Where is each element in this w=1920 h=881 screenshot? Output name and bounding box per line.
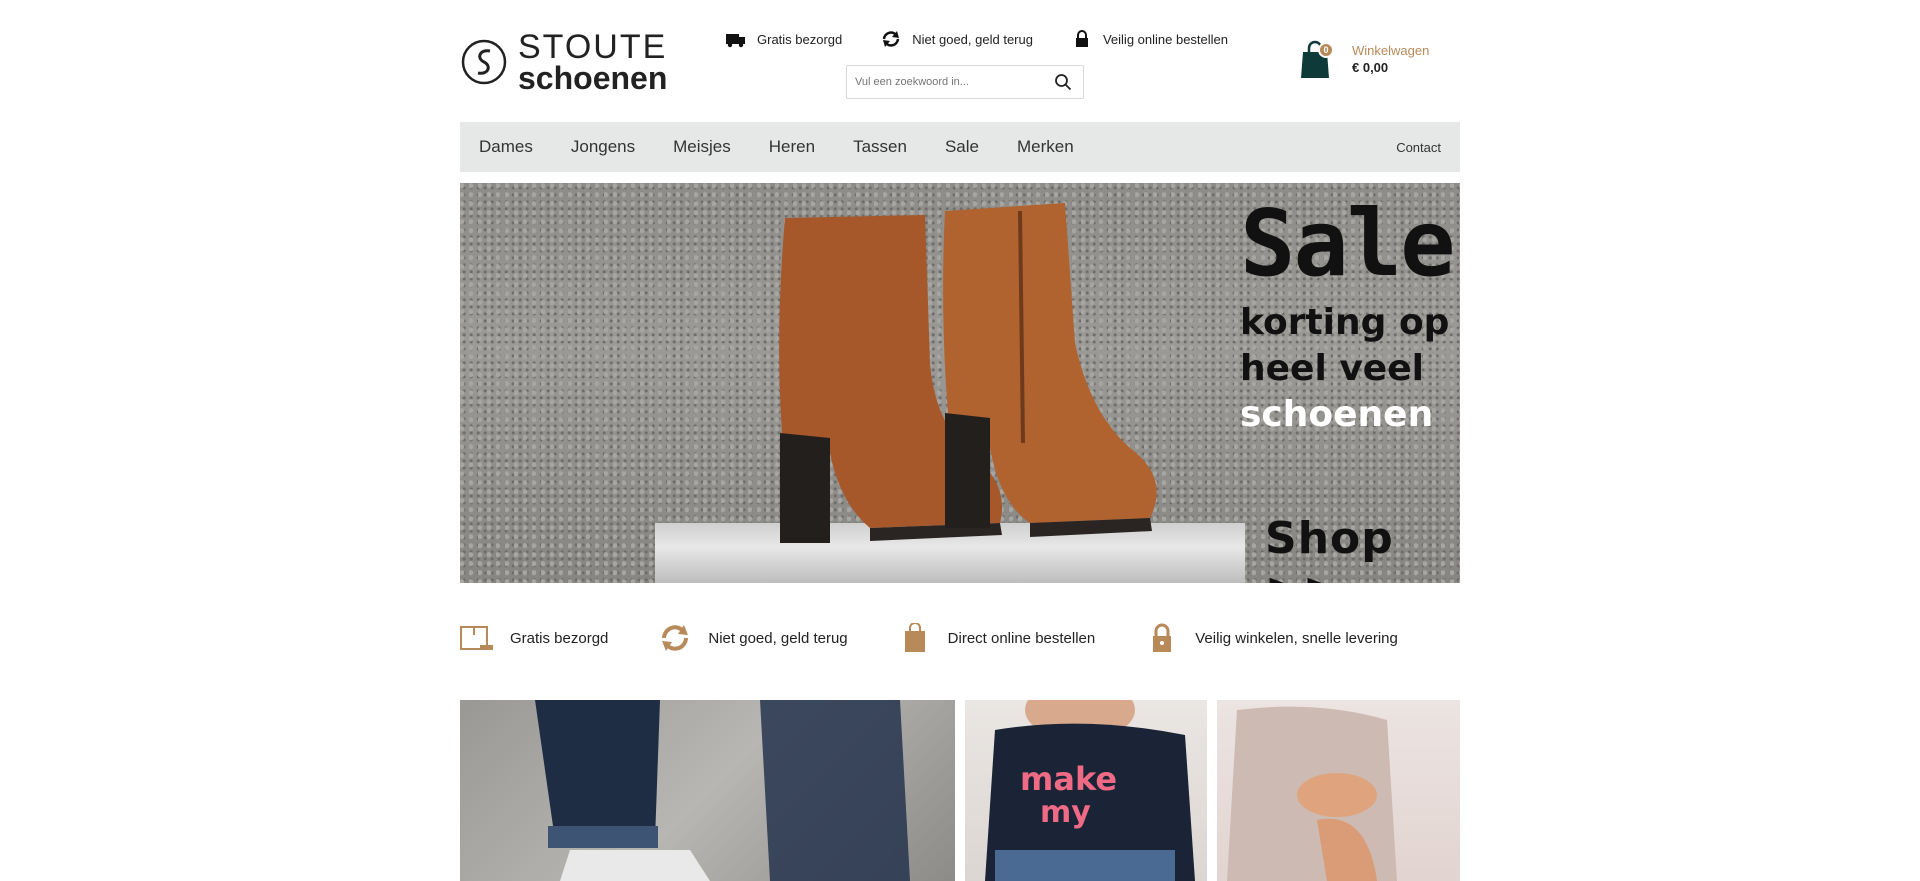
hero-boots-image: [779, 203, 1157, 543]
usp-label: Veilig online bestellen: [1102, 31, 1229, 47]
usp-label: Niet goed, geld terug: [708, 629, 848, 647]
cart-count-badge: 0: [1318, 42, 1334, 58]
usp-label: Veilig winkelen, snelle levering: [1195, 629, 1398, 647]
search-input[interactable]: [855, 76, 1051, 88]
bag-icon: [904, 623, 925, 652]
truck-icon: [726, 34, 745, 48]
hero-title: Sale: [1240, 190, 1456, 297]
usp-direct-online-bestellen: Direct online bestellen: [898, 623, 1096, 653]
refresh-icon: [662, 625, 689, 651]
main-nav: Dames Jongens Meisjes Heren Tassen Sale …: [460, 122, 1460, 172]
logo-text-top: STOUTE: [518, 28, 668, 66]
nav-item-heren[interactable]: Heren: [769, 137, 815, 157]
bottom-usps: Gratis bezorgd Niet goed, geld terug Dir…: [460, 623, 1448, 653]
category-tile-girls[interactable]: make my: [965, 700, 1207, 881]
usp-gratis-bezorgd: Gratis bezorgd: [460, 623, 608, 653]
cart-amount: € 0,00: [1352, 60, 1389, 75]
nav-item-jongens[interactable]: Jongens: [571, 137, 635, 157]
nav-item-contact[interactable]: Contact: [1396, 140, 1441, 155]
lock-icon: [1153, 623, 1172, 652]
nav-item-merken[interactable]: Merken: [1017, 137, 1074, 157]
logo-mark-icon: [461, 39, 507, 85]
hero-line-1: korting op: [1240, 302, 1450, 343]
svg-text:my: my: [1040, 795, 1091, 830]
hero-line-2: heel veel: [1240, 348, 1424, 390]
svg-text:make: make: [1020, 760, 1117, 798]
usp-gratis-bezorgd: Gratis bezorgd: [725, 30, 842, 48]
category-tile-boys[interactable]: [460, 700, 955, 881]
usp-niet-goed-geld-terug: Niet goed, geld terug: [880, 30, 1033, 48]
search-button[interactable]: [1051, 70, 1075, 94]
hero-text: Sale korting op heel veel schoenen: [1240, 190, 1456, 438]
hero-shop-link[interactable]: Shop >>: [1265, 513, 1460, 583]
usp-label: Gratis bezorgd: [510, 629, 609, 647]
nav-item-tassen[interactable]: Tassen: [853, 137, 907, 157]
nav-item-dames[interactable]: Dames: [479, 137, 533, 157]
usp-niet-goed-geld-terug: Niet goed, geld terug: [658, 623, 848, 653]
tile-photo-girl-shirt: make my: [985, 700, 1195, 881]
nav-item-meisjes[interactable]: Meisjes: [673, 137, 731, 157]
category-tile-kids[interactable]: [1217, 700, 1460, 881]
hero-line-3: schoenen: [1240, 394, 1434, 436]
usp-label: Direct online bestellen: [947, 629, 1096, 647]
hero-banner[interactable]: Sale korting op heel veel schoenen Shop …: [460, 183, 1460, 583]
shopping-bag-icon: 0: [1300, 40, 1334, 78]
tile-photo-child: [1227, 706, 1397, 881]
category-tiles: make my: [460, 700, 1460, 881]
nav-item-sale[interactable]: Sale: [945, 137, 979, 157]
usp-veilig-online-bestellen: Veilig online bestellen: [1071, 30, 1228, 48]
cart[interactable]: 0 Winkelwagen € 0,00: [1300, 40, 1429, 78]
cart-label: Winkelwagen: [1352, 43, 1430, 58]
logo-text-bottom: schoenen: [518, 60, 668, 96]
search-icon: [1055, 74, 1072, 91]
search-box: [846, 65, 1084, 99]
usp-label: Gratis bezorgd: [757, 31, 843, 47]
tile-photo-jeans: [535, 700, 910, 881]
box-icon: [460, 626, 493, 650]
refresh-icon: [883, 31, 900, 47]
top-usps: Gratis bezorgd Niet goed, geld terug Vei…: [725, 30, 1228, 48]
logo[interactable]: STOUTE schoenen: [460, 30, 680, 94]
lock-icon: [1075, 30, 1088, 47]
usp-veilig-winkelen: Veilig winkelen, snelle levering: [1145, 623, 1398, 653]
usp-label: Niet goed, geld terug: [912, 31, 1033, 47]
